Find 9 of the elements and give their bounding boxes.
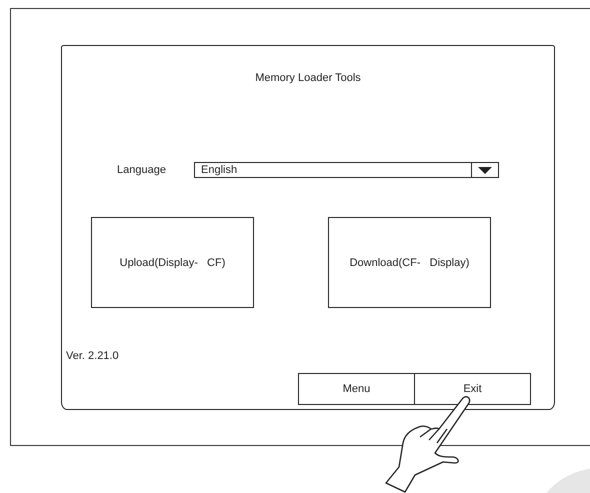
action-button[interactable]: Upload(Display- CF): [91, 217, 254, 308]
language-label: Language: [117, 164, 167, 176]
screen-title: Memory Loader Tools: [254, 72, 362, 84]
language-dropdown[interactable]: English: [194, 162, 499, 178]
dropdown-arrow-icon: [478, 166, 492, 174]
menu-button[interactable]: Menu: [298, 373, 415, 405]
menu-button[interactable]: Exit: [414, 373, 531, 405]
version-label: Ver. 2.21.0: [66, 350, 120, 362]
action-button[interactable]: Download(CF- Display): [328, 217, 491, 308]
